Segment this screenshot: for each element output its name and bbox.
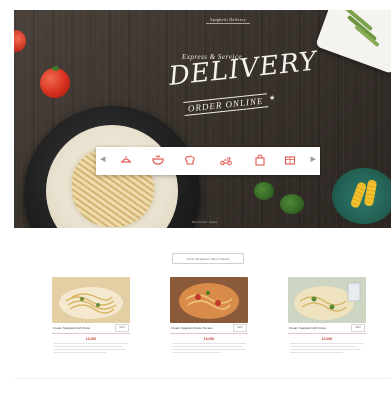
- scooter-icon[interactable]: [218, 152, 234, 168]
- box-icon[interactable]: [282, 152, 298, 168]
- menu-card[interactable]: Cream Spaghetti with Pesto NEW 10,000: [288, 277, 366, 367]
- dish-name: Cream Spaghetti with Pesto: [53, 326, 91, 330]
- dish-description: [172, 343, 246, 355]
- new-badge: NEW: [115, 324, 129, 332]
- new-badge: NEW: [351, 324, 365, 332]
- dish-price: 10,000: [203, 337, 215, 341]
- dish-name: Cream Spaghetti Pesto Tomato: [171, 326, 213, 330]
- dish-price: 12,000: [85, 337, 97, 341]
- brand-underline: [206, 23, 250, 24]
- tomato-stem: [52, 66, 59, 71]
- dish-image[interactable]: [170, 277, 248, 323]
- star-icon: ★: [269, 95, 276, 102]
- chef-hat-icon[interactable]: [182, 152, 198, 168]
- footer-divider: [14, 378, 391, 379]
- tomato-image: [14, 30, 26, 52]
- hero-banner: Spaghetti Delivery Express & Service DEL…: [14, 10, 391, 228]
- meal-icon[interactable]: [118, 152, 134, 168]
- divider: [288, 333, 366, 334]
- dish-description: [54, 343, 128, 355]
- menu-card[interactable]: Cream Spaghetti with Pesto NEW 12,000: [52, 277, 130, 367]
- dish-price: 10,000: [321, 337, 333, 341]
- order-online-link[interactable]: ORDER ONLINE: [183, 93, 269, 116]
- bowl-icon[interactable]: [150, 152, 166, 168]
- herb-image: [280, 194, 304, 214]
- dish-image[interactable]: [288, 277, 366, 323]
- herb-image: [254, 182, 274, 200]
- divider: [170, 333, 248, 334]
- divider: [52, 333, 130, 334]
- chevron-left-icon[interactable]: ◀: [100, 156, 105, 164]
- chevron-right-icon[interactable]: ▶: [311, 156, 316, 164]
- tomato-image: [40, 68, 70, 98]
- view-menu-button[interactable]: View Spaghetti Best Pasta: [172, 253, 244, 264]
- bag-icon[interactable]: [252, 152, 268, 168]
- dish-description: [290, 343, 364, 355]
- dish-name: Cream Spaghetti with Pesto: [289, 326, 327, 330]
- menu-card[interactable]: Cream Spaghetti Pesto Tomato NEW 10,000: [170, 277, 248, 367]
- hero-caption: Scroll for more: [192, 220, 218, 224]
- new-badge: NEW: [233, 324, 247, 332]
- dish-image[interactable]: [52, 277, 130, 323]
- brand-logo[interactable]: Spaghetti Delivery: [198, 18, 258, 22]
- pasta-sauce: [46, 125, 178, 228]
- category-bar: ◀ ▶: [96, 147, 320, 175]
